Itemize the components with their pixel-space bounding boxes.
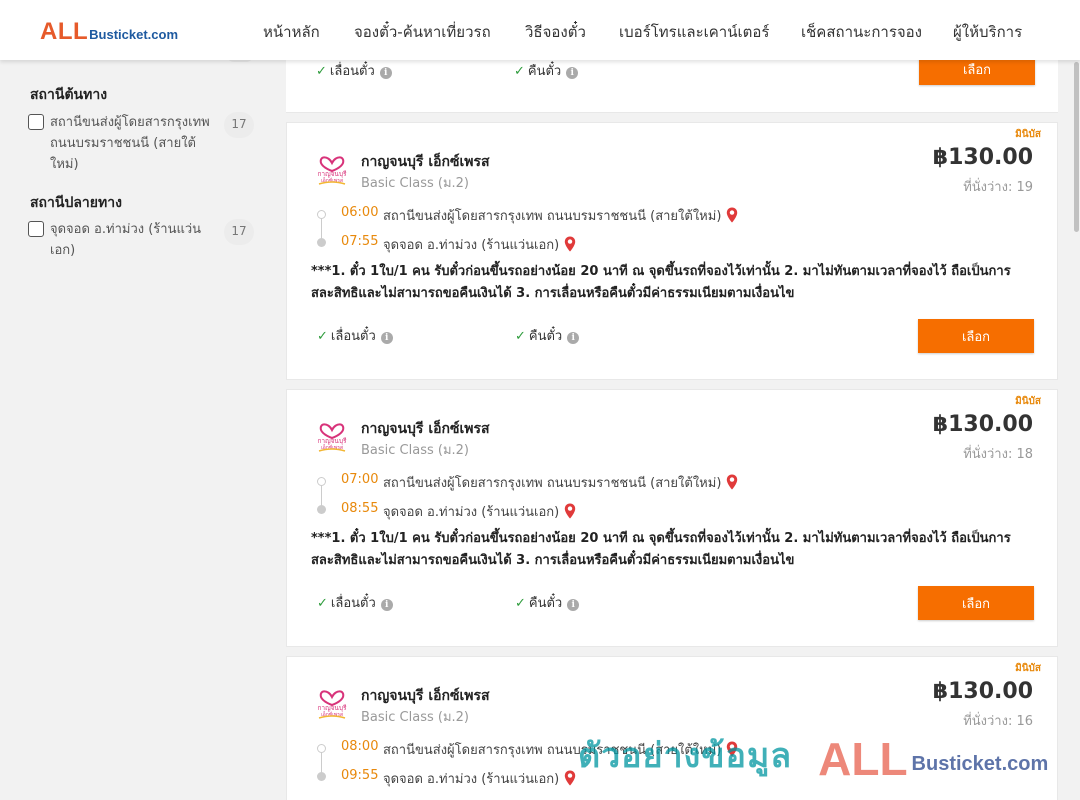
- nav-phone-counters[interactable]: เบอร์โทรและเคาน์เตอร์: [619, 20, 769, 44]
- arrive-stop: จุดจอด อ.ท่าม่วง (ร้านแว่นเอก): [383, 768, 576, 789]
- feature-reschedule: ✓ เลื่อนตั๋ว i: [317, 325, 393, 346]
- minibus-tag: มินิบัส: [1015, 663, 1041, 674]
- info-icon[interactable]: i: [380, 332, 393, 344]
- feature-refund: ✓ คืนตั๋ว i: [515, 325, 580, 346]
- operator-logo-icon: กาญจนบุรี เอ็กซ์เพรส: [318, 156, 348, 185]
- svg-text:กาญจนบุรี: กาญจนบุรี: [318, 170, 348, 178]
- operator-logo-icon: กาญจนบุรี เอ็กซ์เพรส: [318, 690, 348, 719]
- feature-refund: ✓ คืนตั๋ว i: [514, 60, 579, 81]
- arrive-time: 07:55: [341, 234, 379, 249]
- trip-card: มินิบัส กาญจนบุรี เอ็กซ์เพรส กาญจนบุรี เ…: [286, 389, 1058, 647]
- trip-terms: ***1. ตั๋ว 1ใบ/1 คน รับตั๋วก่อนขึ้นรถอย่…: [311, 264, 1011, 301]
- arrive-stop: จุดจอด อ.ท่าม่วง (ร้านแว่นเอก): [383, 501, 576, 522]
- nav-how-to-book[interactable]: วิธีจองตั๋ว: [525, 20, 586, 44]
- logo-suffix-text: Busticket.com: [89, 27, 179, 42]
- destination-option-label: จุดจอด อ.ท่าม่วง (ร้านแว่นเอก): [50, 222, 202, 258]
- depart-time: 07:00: [341, 472, 379, 487]
- depart-stop: สถานีขนส่งผู้โดยสารกรุงเทพ ถนนบรมราชชนนี…: [383, 472, 738, 493]
- check-icon: ✓: [515, 329, 526, 344]
- minibus-tag: มินิบัส: [1015, 129, 1041, 140]
- arrive-dot: [317, 238, 326, 247]
- bus-class: Basic Class (ม.2): [361, 176, 469, 191]
- check-icon: ✓: [514, 64, 525, 79]
- info-icon[interactable]: i: [379, 67, 392, 79]
- depart-stop: สถานีขนส่งผู้โดยสารกรุงเทพ ถนนบรมราชชนนี…: [383, 739, 738, 760]
- origin-option[interactable]: สถานีขนส่งผู้โดยสารกรุงเทพ ถนนบรมราชชนนี…: [28, 112, 258, 178]
- arrive-dot: [317, 772, 326, 781]
- check-icon: ✓: [317, 329, 328, 344]
- bus-class: Basic Class (ม.2): [361, 443, 469, 458]
- logo-all-text: ALL: [40, 18, 89, 45]
- check-icon: ✓: [515, 596, 526, 611]
- map-pin-icon[interactable]: [564, 503, 576, 519]
- trip-price: ฿130.00: [932, 679, 1033, 704]
- trip-price: ฿130.00: [932, 145, 1033, 170]
- operator-logo-icon: กาญจนบุรี เอ็กซ์เพรส: [318, 423, 348, 452]
- destination-heading: สถานีปลายทาง: [30, 195, 122, 211]
- map-pin-icon[interactable]: [564, 770, 576, 786]
- trip-card: มินิบัส กาญจนบุรี เอ็กซ์เพรส กาญจนบุรี เ…: [286, 122, 1058, 380]
- trip-price: ฿130.00: [932, 412, 1033, 437]
- feature-refund: ✓ คืนตั๋ว i: [515, 592, 580, 613]
- svg-text:กาญจนบุรี: กาญจนบุรี: [318, 704, 348, 712]
- depart-time: 06:00: [341, 205, 379, 220]
- seats-available: ที่นั่งว่าง: 19: [963, 180, 1033, 195]
- origin-heading: สถานีต้นทาง: [30, 87, 108, 103]
- operator-name: กาญจนบุรี เอ็กซ์เพรส: [361, 688, 490, 704]
- scrollbar-thumb[interactable]: [1074, 62, 1079, 232]
- operator-name: กาญจนบุรี เอ็กซ์เพรส: [361, 421, 490, 437]
- arrive-time: 09:55: [341, 768, 379, 783]
- map-pin-icon[interactable]: [564, 236, 576, 252]
- nav-operators[interactable]: ผู้ให้บริการ: [953, 20, 1022, 44]
- depart-time: 08:00: [341, 739, 379, 754]
- trip-terms: ***1. ตั๋ว 1ใบ/1 คน รับตั๋วก่อนขึ้นรถอย่…: [311, 531, 1011, 568]
- depart-dot: [317, 744, 326, 753]
- minibus-tag: มินิบัส: [1015, 396, 1041, 407]
- info-icon[interactable]: i: [566, 67, 579, 79]
- select-trip-button[interactable]: เลือก: [918, 319, 1034, 353]
- trip-card-partial: ✓ เลื่อนตั๋ว i ✓ คืนตั๋ว i เลือก: [286, 54, 1058, 113]
- origin-option-label: สถานีขนส่งผู้โดยสารกรุงเทพ ถนนบรมราชชนนี…: [50, 115, 210, 172]
- info-icon[interactable]: i: [567, 599, 580, 611]
- svg-text:กาญจนบุรี: กาญจนบุรี: [318, 437, 348, 445]
- depart-stop: สถานีขนส่งผู้โดยสารกรุงเทพ ถนนบรมราชชนนี…: [383, 205, 738, 226]
- nav-home[interactable]: หน้าหลัก: [263, 20, 320, 44]
- check-icon: ✓: [317, 596, 328, 611]
- map-pin-icon[interactable]: [726, 474, 738, 490]
- map-pin-icon[interactable]: [726, 741, 738, 757]
- depart-dot: [317, 477, 326, 486]
- site-logo[interactable]: ALL Busticket.com: [40, 18, 179, 45]
- arrive-dot: [317, 505, 326, 514]
- origin-count-badge: 17: [224, 112, 254, 138]
- destination-checkbox[interactable]: [28, 221, 44, 237]
- map-pin-icon[interactable]: [726, 207, 738, 223]
- seats-available: ที่นั่งว่าง: 18: [963, 447, 1033, 462]
- filter-sidebar: สถานีต้นทาง สถานีขนส่งผู้โดยสารกรุงเทพ ถ…: [0, 54, 270, 800]
- site-header: ALL Busticket.com หน้าหลัก จองตั๋ว-ค้นหา…: [0, 0, 1080, 60]
- depart-dot: [317, 210, 326, 219]
- destination-count-badge: 17: [224, 219, 254, 245]
- arrive-time: 08:55: [341, 501, 379, 516]
- trip-card: มินิบัส กาญจนบุรี เอ็กซ์เพรส กาญจนบุรี เ…: [286, 656, 1058, 800]
- info-icon[interactable]: i: [567, 332, 580, 344]
- select-trip-button[interactable]: เลือก: [918, 586, 1034, 620]
- nav-check-booking[interactable]: เช็คสถานะการจอง: [801, 20, 922, 44]
- feature-reschedule: ✓ เลื่อนตั๋ว i: [317, 592, 393, 613]
- operator-name: กาญจนบุรี เอ็กซ์เพรส: [361, 154, 490, 170]
- feature-reschedule: ✓ เลื่อนตั๋ว i: [316, 60, 392, 81]
- info-icon[interactable]: i: [380, 599, 393, 611]
- arrive-stop: จุดจอด อ.ท่าม่วง (ร้านแว่นเอก): [383, 234, 576, 255]
- bus-class: Basic Class (ม.2): [361, 710, 469, 725]
- check-icon: ✓: [316, 64, 327, 79]
- nav-search-trips[interactable]: จองตั๋ว-ค้นหาเที่ยวรถ: [354, 20, 491, 44]
- destination-option[interactable]: จุดจอด อ.ท่าม่วง (ร้านแว่นเอก) 17: [28, 219, 258, 263]
- origin-checkbox[interactable]: [28, 114, 44, 130]
- seats-available: ที่นั่งว่าง: 16: [963, 714, 1033, 729]
